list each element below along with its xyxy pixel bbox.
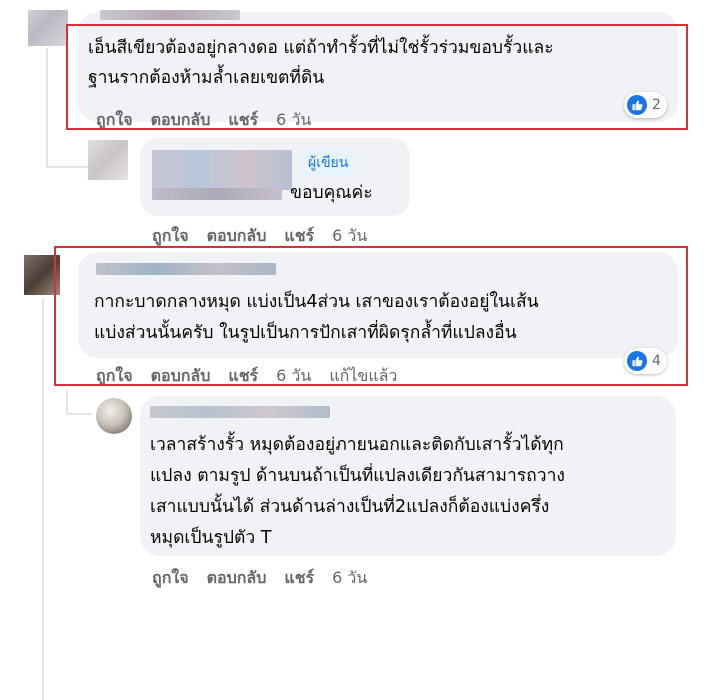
thread-line (66, 413, 92, 415)
thread-line (42, 298, 44, 700)
comment-text: แบ่งส่วนนั้นครับ ในรูปเป็นการปักเสาที่ผิ… (94, 323, 517, 343)
comment-text: กากะบาดกลางหมุด แบ่งเป็น4ส่วน เสาของเราต… (94, 292, 539, 312)
comment-text: ฐานรากต้องห้ามล้ำเลยเขตที่ดิน (88, 68, 325, 88)
commenter-name-blurred[interactable] (96, 263, 276, 275)
avatar[interactable] (24, 255, 60, 295)
comment-actions: ถูกใจ ตอบกลับ แชร์ 6 วัน (152, 224, 385, 249)
like-icon (627, 95, 647, 115)
timestamp[interactable]: 6 วัน (332, 568, 367, 587)
like-link[interactable]: ถูกใจ (152, 226, 189, 245)
reply-text-blurred (152, 188, 282, 200)
timestamp[interactable]: 6 วัน (276, 366, 311, 385)
like-icon (627, 351, 647, 371)
edited-label[interactable]: แก้ไขแล้ว (329, 366, 397, 385)
comment-text: เวลาสร้างรั้ว หมุดต้องอยู่ภายนอกและติดกั… (150, 435, 564, 455)
reaction-count[interactable]: 4 (624, 348, 667, 374)
timestamp[interactable]: 6 วัน (276, 110, 311, 129)
avatar[interactable] (88, 140, 128, 180)
reply-link[interactable]: ตอบกลับ (207, 226, 267, 245)
comment-actions: ถูกใจ ตอบกลับ แชร์ 6 วัน (96, 108, 329, 133)
like-link[interactable]: ถูกใจ (96, 110, 133, 129)
thread-line (48, 166, 88, 168)
avatar[interactable] (28, 10, 68, 46)
like-link[interactable]: ถูกใจ (96, 366, 133, 385)
share-link[interactable]: แชร์ (228, 110, 258, 129)
reply-link[interactable]: ตอบกลับ (151, 110, 211, 129)
share-link[interactable]: แชร์ (284, 568, 314, 587)
commenter-name-blurred[interactable] (100, 10, 240, 20)
thread-line (66, 390, 68, 414)
reply-link[interactable]: ตอบกลับ (151, 366, 211, 385)
comment-actions: ถูกใจ ตอบกลับ แชร์ 6 วัน (152, 566, 385, 591)
comment-actions: ถูกใจ ตอบกลับ แชร์ 6 วัน แก้ไขแล้ว (96, 364, 415, 389)
avatar[interactable] (96, 398, 132, 434)
comment-text: แปลง ตามรูป ด้านบนถ้าเป็นที่แปลงเดียวกัน… (150, 466, 565, 486)
share-link[interactable]: แชร์ (284, 226, 314, 245)
share-link[interactable]: แชร์ (228, 366, 258, 385)
thread-line (46, 48, 48, 168)
like-link[interactable]: ถูกใจ (152, 568, 189, 587)
comment-text: เสาแบบนั้นได้ ส่วนด้านล่างเป็นที่2แปลงก็… (150, 497, 550, 517)
author-badge: ผู้เขียน (302, 150, 355, 176)
comment-text: หมุดเป็นรูปตัว T (150, 528, 272, 548)
comment-text: ขอบคุณค่ะ (290, 183, 373, 203)
commenter-name-blurred[interactable] (150, 406, 330, 418)
comment-text: เอ็นสีเขียวต้องอยู่กลางดอ แต่ถ้าทำรั้วที… (88, 38, 554, 58)
timestamp[interactable]: 6 วัน (332, 226, 367, 245)
commenter-name-blurred[interactable] (152, 150, 292, 190)
reaction-count[interactable]: 2 (624, 92, 667, 118)
reply-link[interactable]: ตอบกลับ (207, 568, 267, 587)
